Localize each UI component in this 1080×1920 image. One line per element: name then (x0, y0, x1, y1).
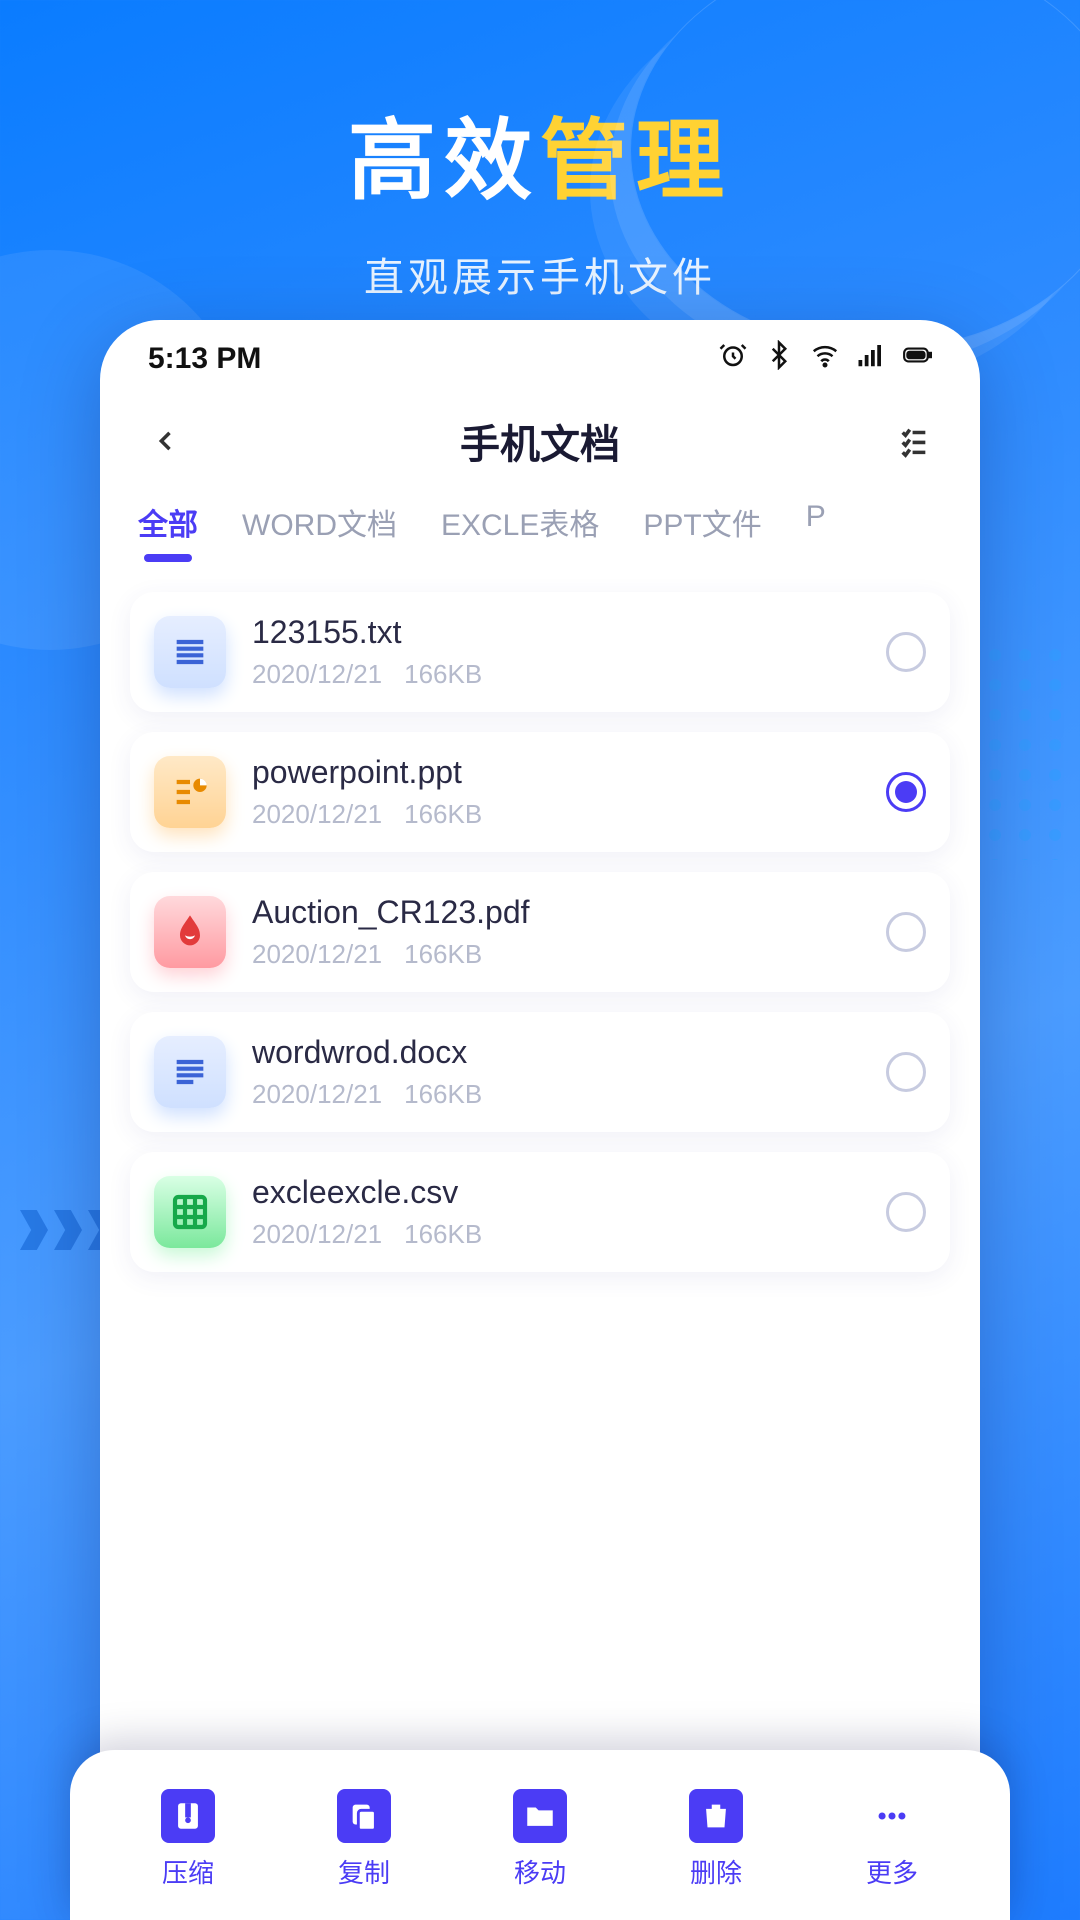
file-info: powerpoint.ppt 2020/12/21 166KB (252, 754, 860, 830)
phone-frame: 5:13 PM 手机文档 全部 WORD文档 EXCLE表格 PPT文件 P 12315… (100, 320, 980, 1920)
tab-0[interactable]: 全部 (138, 500, 198, 556)
action-label: 压缩 (162, 1853, 214, 1890)
move-icon (513, 1789, 567, 1843)
file-date: 2020/12/21 (252, 659, 382, 690)
copy-icon (337, 1789, 391, 1843)
back-button[interactable] (144, 419, 188, 463)
file-row[interactable]: wordwrod.docx 2020/12/21 166KB (130, 1012, 950, 1132)
action-delete[interactable]: 删除 (689, 1789, 743, 1890)
action-label: 复制 (338, 1853, 390, 1890)
file-date: 2020/12/21 (252, 1219, 382, 1250)
bottom-bar: 压缩 复制 移动 删除 更多 (70, 1750, 1010, 1920)
file-name: excleexcle.csv (252, 1174, 860, 1211)
file-size: 166KB (404, 659, 482, 690)
more-icon (865, 1789, 919, 1843)
action-label: 删除 (690, 1853, 742, 1890)
tab-2[interactable]: EXCLE表格 (441, 500, 599, 556)
file-size: 166KB (404, 1079, 482, 1110)
hero-title-part1: 高效 (348, 111, 540, 210)
file-name: powerpoint.ppt (252, 754, 860, 791)
file-row[interactable]: 123155.txt 2020/12/21 166KB (130, 592, 950, 712)
file-date: 2020/12/21 (252, 799, 382, 830)
file-meta: 2020/12/21 166KB (252, 799, 860, 830)
file-row[interactable]: excleexcle.csv 2020/12/21 166KB (130, 1152, 950, 1272)
file-date: 2020/12/21 (252, 1079, 382, 1110)
file-type-icon (154, 896, 226, 968)
action-zip[interactable]: 压缩 (161, 1789, 215, 1890)
file-info: Auction_CR123.pdf 2020/12/21 166KB (252, 894, 860, 970)
signal-icon (856, 340, 886, 378)
file-type-icon (154, 1176, 226, 1248)
file-row[interactable]: Auction_CR123.pdf 2020/12/21 166KB (130, 872, 950, 992)
bluetooth-icon (764, 340, 794, 378)
select-all-button[interactable] (892, 419, 936, 463)
file-type-icon (154, 1036, 226, 1108)
file-info: excleexcle.csv 2020/12/21 166KB (252, 1174, 860, 1250)
file-info: 123155.txt 2020/12/21 166KB (252, 614, 860, 690)
file-meta: 2020/12/21 166KB (252, 939, 860, 970)
file-row[interactable]: powerpoint.ppt 2020/12/21 166KB (130, 732, 950, 852)
file-meta: 2020/12/21 166KB (252, 1079, 860, 1110)
zip-icon (161, 1789, 215, 1843)
action-more[interactable]: 更多 (865, 1789, 919, 1890)
status-bar: 5:13 PM (100, 320, 980, 388)
file-date: 2020/12/21 (252, 939, 382, 970)
file-name: Auction_CR123.pdf (252, 894, 860, 931)
tabs: 全部 WORD文档 EXCLE表格 PPT文件 P (100, 490, 980, 574)
wifi-icon (810, 340, 840, 378)
delete-icon (689, 1789, 743, 1843)
top-bar: 手机文档 (100, 388, 980, 490)
select-radio[interactable] (886, 1192, 926, 1232)
file-size: 166KB (404, 1219, 482, 1250)
file-meta: 2020/12/21 166KB (252, 1219, 860, 1250)
file-type-icon (154, 616, 226, 688)
page-title: 手机文档 (460, 412, 620, 470)
file-name: 123155.txt (252, 614, 860, 651)
status-time: 5:13 PM (148, 342, 261, 376)
select-radio[interactable] (886, 1052, 926, 1092)
tab-1[interactable]: WORD文档 (242, 500, 397, 556)
tab-4[interactable]: P (806, 500, 826, 556)
tab-3[interactable]: PPT文件 (643, 500, 761, 556)
select-radio[interactable] (886, 632, 926, 672)
select-radio[interactable] (886, 912, 926, 952)
file-info: wordwrod.docx 2020/12/21 166KB (252, 1034, 860, 1110)
action-label: 更多 (866, 1853, 918, 1890)
select-radio[interactable] (886, 772, 926, 812)
file-size: 166KB (404, 939, 482, 970)
file-meta: 2020/12/21 166KB (252, 659, 860, 690)
file-type-icon (154, 756, 226, 828)
status-icons (718, 340, 932, 378)
battery-icon (902, 340, 932, 378)
file-size: 166KB (404, 799, 482, 830)
alarm-icon (718, 340, 748, 378)
action-move[interactable]: 移动 (513, 1789, 567, 1890)
action-label: 移动 (514, 1853, 566, 1890)
file-list: 123155.txt 2020/12/21 166KB powerpoint.ppt 2… (100, 574, 980, 1272)
file-name: wordwrod.docx (252, 1034, 860, 1071)
action-copy[interactable]: 复制 (337, 1789, 391, 1890)
